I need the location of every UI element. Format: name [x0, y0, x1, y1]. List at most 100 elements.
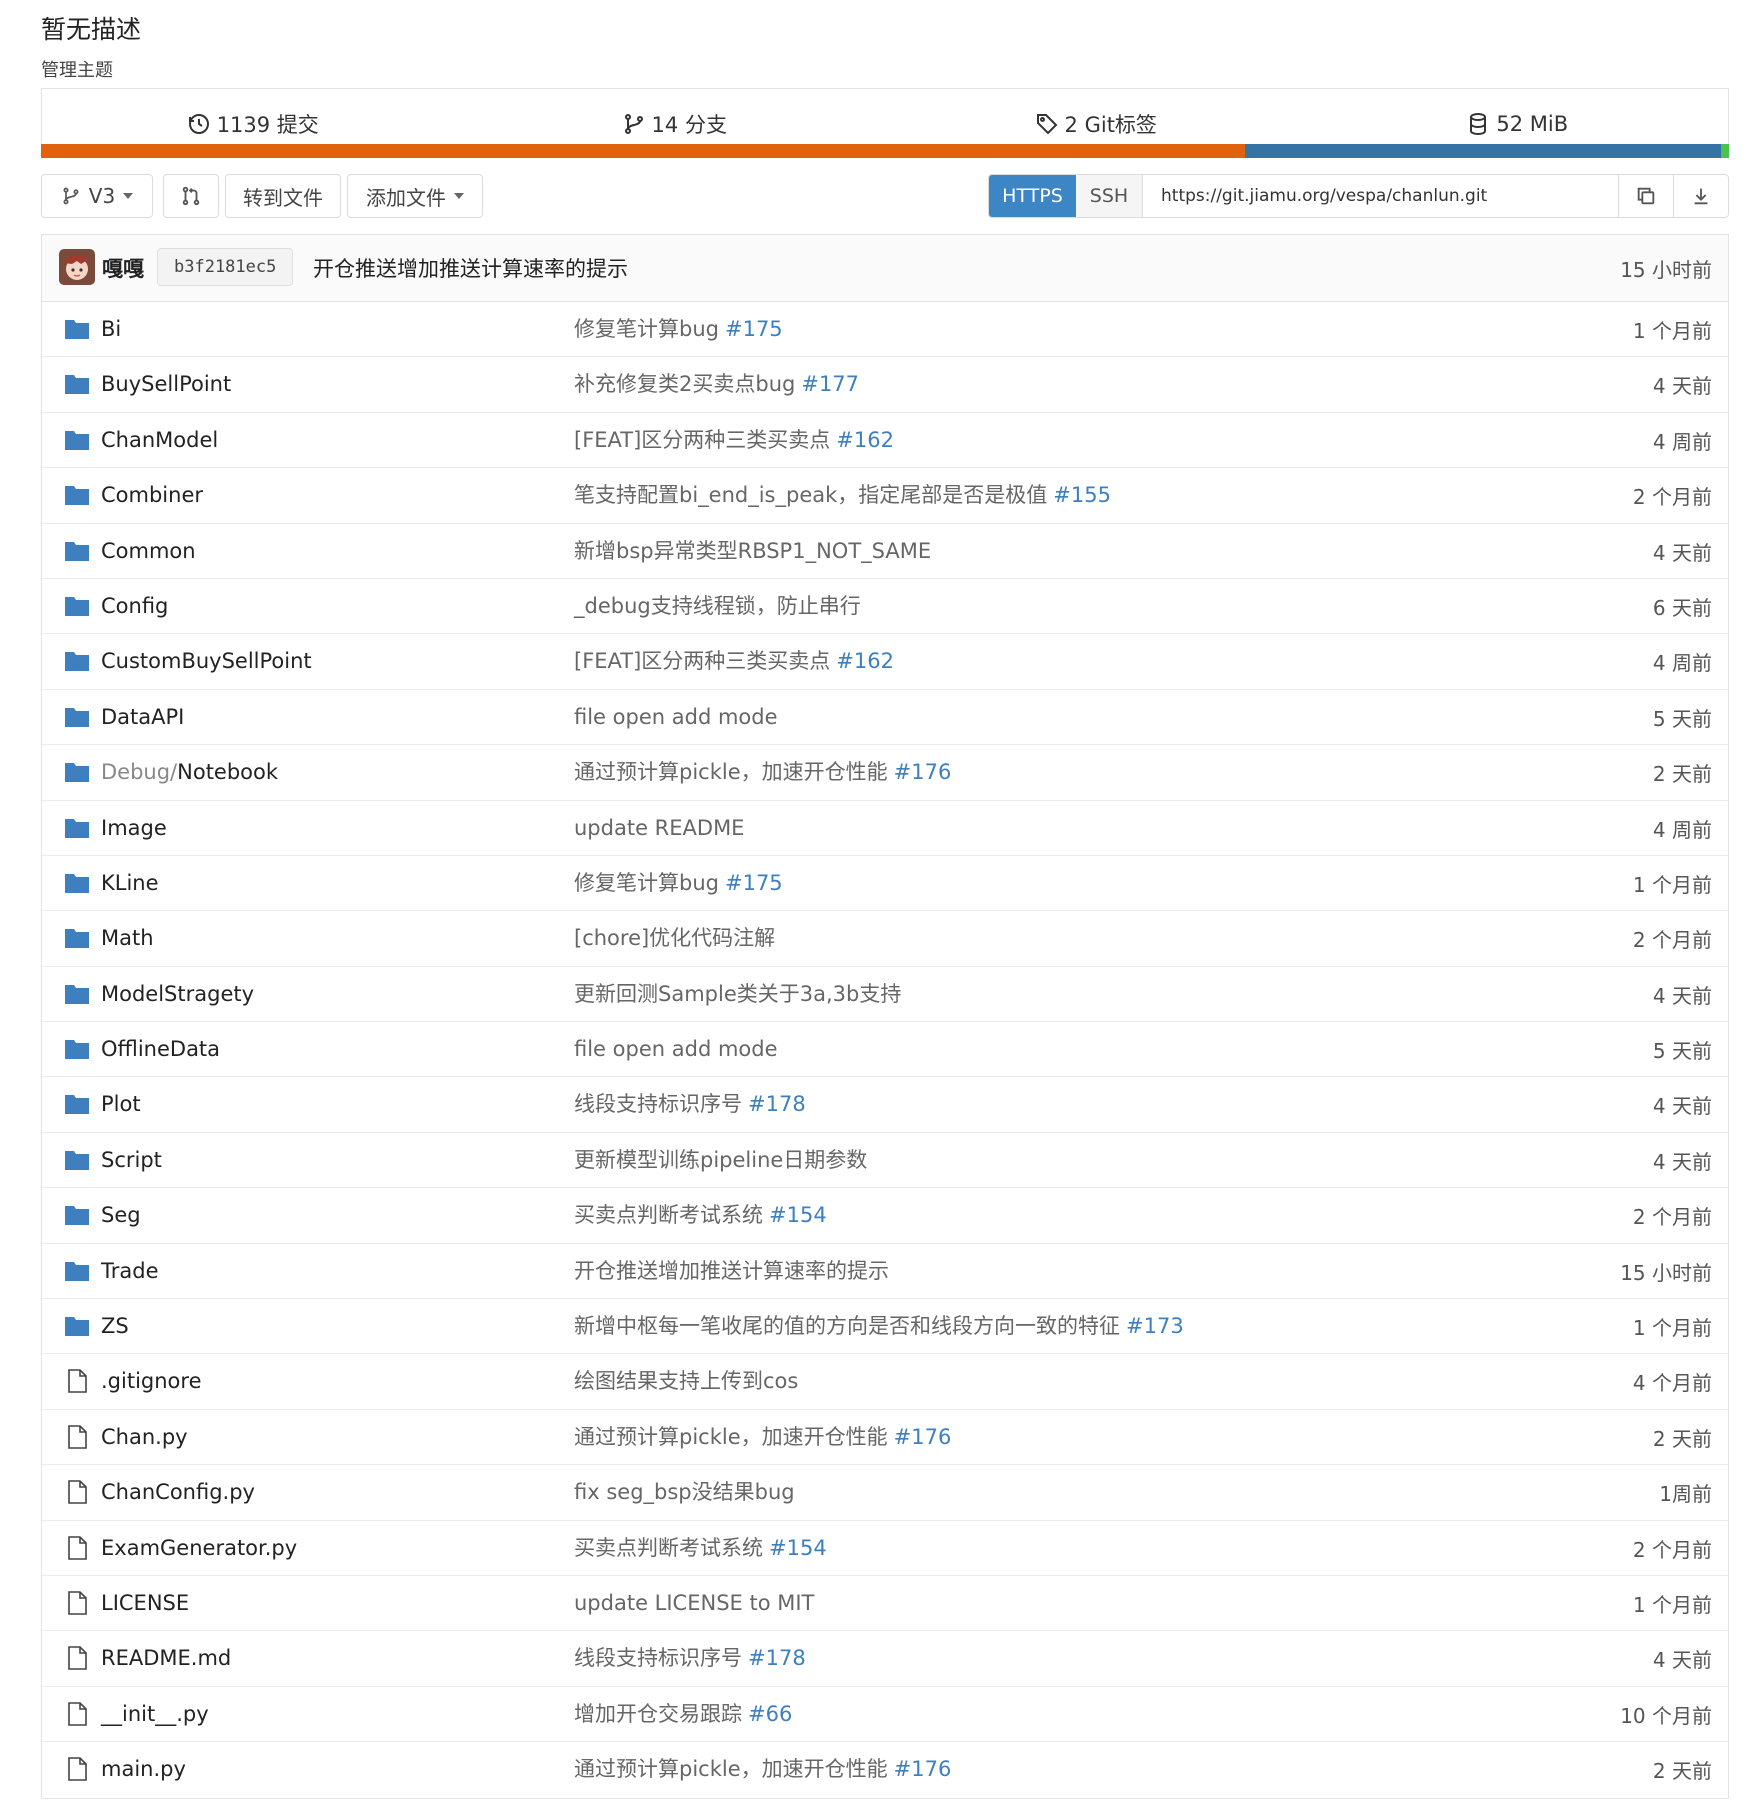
file-commit-time: 15 小时前 [1620, 1260, 1712, 1285]
file-commit-message[interactable]: 笔支持配置bi_end_is_peak，指定尾部是否是极值 #155 [574, 468, 1111, 523]
file-name[interactable]: Script [101, 1133, 162, 1188]
file-name[interactable]: ZS [101, 1299, 129, 1354]
file-name[interactable]: Image [101, 801, 167, 856]
issue-link[interactable]: #66 [748, 1702, 792, 1726]
file-commit-message[interactable]: 补充修复类2买卖点bug #177 [574, 357, 859, 412]
file-name[interactable]: __init__.py [101, 1687, 209, 1742]
file-commit-message-text: 修复笔计算bug [574, 870, 719, 895]
language-bar[interactable] [41, 144, 1729, 158]
issue-link[interactable]: #178 [748, 1646, 806, 1670]
file-icon [64, 1756, 90, 1782]
file-name-text: LICENSE [101, 1590, 190, 1615]
language-segment[interactable] [41, 144, 1245, 158]
compare-button[interactable] [163, 174, 219, 218]
folder-icon [64, 1313, 90, 1339]
file-commit-message[interactable]: 修复笔计算bug #175 [574, 302, 783, 357]
file-name[interactable]: ExamGenerator.py [101, 1521, 297, 1576]
clone-url-field[interactable]: https://git.jiamu.org/vespa/chanlun.git [1143, 175, 1618, 217]
manage-topics-link[interactable]: 管理主题 [41, 56, 113, 82]
file-commit-message[interactable]: 买卖点判断考试系统 #154 [574, 1188, 827, 1243]
folder-icon [64, 371, 90, 397]
commit-message[interactable]: 开仓推送增加推送计算速率的提示 [313, 253, 628, 283]
file-commit-message[interactable]: file open add mode [574, 1022, 778, 1077]
file-name[interactable]: LICENSE [101, 1576, 189, 1631]
branch-dropdown[interactable]: V3 [41, 174, 153, 218]
table-row: Image update README 4 周前 [42, 801, 1728, 856]
file-commit-message[interactable]: 新增中枢每一笔收尾的值的方向是否和线段方向一致的特征 #173 [574, 1299, 1184, 1354]
file-commit-message[interactable]: 更新回测Sample类关于3a,3b支持 [574, 967, 901, 1022]
file-commit-message[interactable]: 增加开仓交易跟踪 #66 [574, 1687, 792, 1742]
file-commit-message[interactable]: _debug支持线程锁，防止串行 [574, 579, 861, 634]
file-name[interactable]: BuySellPoint [101, 357, 231, 412]
file-name[interactable]: Chan.py [101, 1410, 188, 1465]
commit-sha[interactable]: b3f2181ec5 [157, 248, 294, 286]
file-name[interactable]: Plot [101, 1077, 141, 1132]
file-commit-message[interactable]: update README [574, 801, 744, 856]
issue-link[interactable]: #162 [836, 649, 894, 673]
https-tab[interactable]: HTTPS [989, 175, 1076, 217]
file-commit-message[interactable]: [chore]优化代码注解 [574, 911, 775, 966]
file-name[interactable]: .gitignore [101, 1354, 202, 1409]
file-commit-message[interactable]: 更新模型训练pipeline日期参数 [574, 1133, 867, 1188]
file-name[interactable]: main.py [101, 1742, 186, 1797]
file-name[interactable]: Math [101, 911, 154, 966]
path-prefix[interactable]: Debug/ [101, 760, 177, 784]
file-name[interactable]: README.md [101, 1631, 231, 1686]
issue-link[interactable]: #175 [725, 871, 783, 895]
file-name[interactable]: ChanModel [101, 413, 218, 468]
file-commit-message[interactable]: 通过预计算pickle，加速开仓性能 #176 [574, 1742, 951, 1797]
file-name[interactable]: DataAPI [101, 690, 184, 745]
issue-link[interactable]: #178 [748, 1092, 806, 1116]
file-commit-message[interactable]: 开仓推送增加推送计算速率的提示 [574, 1244, 889, 1299]
file-commit-time: 2 天前 [1652, 762, 1712, 787]
language-segment[interactable] [1244, 144, 1721, 158]
add-file-dropdown[interactable]: 添加文件 [347, 174, 483, 218]
issue-link[interactable]: #162 [836, 428, 894, 452]
issue-link[interactable]: #176 [894, 760, 952, 784]
file-name[interactable]: Combiner [101, 468, 203, 523]
file-name-text: .gitignore [101, 1369, 202, 1394]
copy-url-button[interactable] [1618, 175, 1673, 217]
file-commit-message[interactable]: 绘图结果支持上传到cos [574, 1354, 798, 1409]
file-commit-message[interactable]: 通过预计算pickle，加速开仓性能 #176 [574, 1410, 951, 1465]
file-name[interactable]: Seg [101, 1188, 141, 1243]
issue-link[interactable]: #175 [725, 317, 783, 341]
file-name[interactable]: Debug/Notebook [101, 745, 278, 800]
file-commit-message[interactable]: file open add mode [574, 690, 778, 745]
issue-link[interactable]: #176 [894, 1425, 952, 1449]
file-name[interactable]: Bi [101, 302, 121, 357]
file-commit-message[interactable]: 新增bsp异常类型RBSP1_NOT_SAME [574, 524, 931, 579]
file-commit-message[interactable]: [FEAT]区分两种三类买卖点 #162 [574, 634, 894, 689]
file-name[interactable]: ChanConfig.py [101, 1465, 255, 1520]
file-commit-message[interactable]: 通过预计算pickle，加速开仓性能 #176 [574, 745, 951, 800]
file-name[interactable]: OfflineData [101, 1022, 220, 1077]
chevron-down-icon [454, 193, 464, 199]
file-name[interactable]: Trade [101, 1244, 159, 1299]
file-commit-message[interactable]: 线段支持标识序号 #178 [574, 1631, 806, 1686]
file-name[interactable]: ModelStragety [101, 967, 254, 1022]
file-commit-message[interactable]: update LICENSE to MIT [574, 1576, 814, 1631]
file-name[interactable]: KLine [101, 856, 159, 911]
file-name[interactable]: Common [101, 524, 196, 579]
file-commit-message[interactable]: 修复笔计算bug #175 [574, 856, 783, 911]
ssh-tab[interactable]: SSH [1076, 175, 1143, 217]
file-name[interactable]: CustomBuySellPoint [101, 634, 312, 689]
goto-file-button[interactable]: 转到文件 [225, 174, 341, 218]
language-segment[interactable] [1720, 144, 1729, 158]
issue-link[interactable]: #154 [769, 1203, 827, 1227]
issue-link[interactable]: #176 [894, 1757, 952, 1781]
avatar[interactable] [59, 249, 95, 285]
issue-link[interactable]: #177 [801, 372, 859, 396]
download-icon [1694, 188, 1708, 205]
download-button[interactable] [1673, 175, 1728, 217]
file-commit-message[interactable]: [FEAT]区分两种三类买卖点 #162 [574, 413, 894, 468]
commit-author[interactable]: 嘎嘎 [102, 253, 144, 283]
file-commit-message[interactable]: 买卖点判断考试系统 #154 [574, 1521, 827, 1576]
file-name[interactable]: Config [101, 579, 168, 634]
issue-link[interactable]: #155 [1053, 483, 1111, 507]
file-commit-message[interactable]: 线段支持标识序号 #178 [574, 1077, 806, 1132]
issue-link[interactable]: #173 [1126, 1314, 1184, 1338]
file-commit-message[interactable]: fix seg_bsp没结果bug [574, 1465, 795, 1520]
issue-link[interactable]: #154 [769, 1536, 827, 1560]
table-row: Plot 线段支持标识序号 #178 4 天前 [42, 1077, 1728, 1133]
